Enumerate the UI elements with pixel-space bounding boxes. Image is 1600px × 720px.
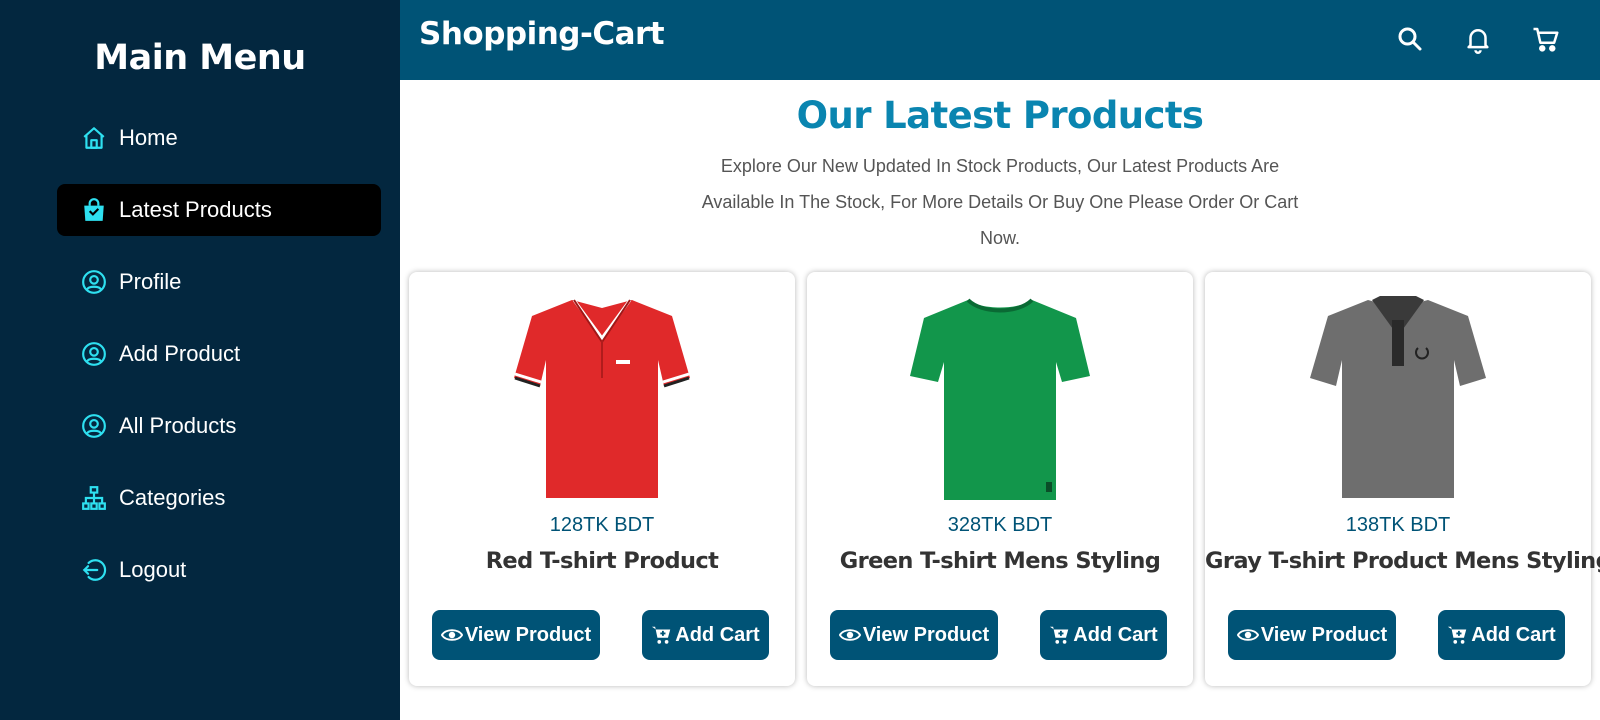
- main-content: Our Latest Products Explore Our New Upda…: [400, 80, 1600, 720]
- sidebar-item-label: Logout: [119, 557, 187, 582]
- sidebar-item-home[interactable]: Home: [57, 112, 381, 164]
- page-title: Our Latest Products: [796, 94, 1204, 137]
- product-price: 128TK BDT: [549, 514, 655, 536]
- view-product-button[interactable]: View Product: [432, 610, 600, 660]
- user-circle-icon: [81, 413, 107, 439]
- eye-icon: [1236, 629, 1259, 641]
- view-product-button[interactable]: View Product: [830, 610, 998, 660]
- add-cart-label: Add Cart: [675, 623, 760, 646]
- bell-icon[interactable]: [1463, 24, 1493, 54]
- search-icon[interactable]: [1395, 24, 1425, 54]
- view-product-label: View Product: [464, 623, 592, 646]
- page-description: Explore Our New Updated In Stock Product…: [701, 156, 1299, 248]
- user-circle-icon: [81, 269, 107, 295]
- cart-plus-icon: [1050, 626, 1069, 644]
- logout-icon: [81, 557, 107, 583]
- gray-polo-shirt-image: [1310, 296, 1486, 498]
- add-cart-label: Add Cart: [1073, 623, 1158, 646]
- sidebar-title: Main Menu: [94, 38, 306, 78]
- sidebar-item-label: Categories: [119, 485, 226, 510]
- sidebar-item-label: Profile: [119, 269, 182, 294]
- cart-plus-icon: [652, 626, 671, 644]
- user-circle-icon: [81, 341, 107, 367]
- view-product-button[interactable]: View Product: [1228, 610, 1396, 660]
- red-polo-shirt-image: [514, 299, 690, 498]
- product-price: 138TK BDT: [1345, 514, 1451, 536]
- eye-icon: [838, 629, 861, 641]
- sidebar-nav: Home Latest Products Profile Add Product…: [57, 112, 381, 616]
- product-name: Red T-shirt Product: [485, 548, 719, 574]
- add-cart-button[interactable]: Add Cart: [642, 610, 769, 660]
- sidebar-item-logout[interactable]: Logout: [57, 544, 381, 596]
- product-card: 138TK BDT Gray T-shirt Product Mens Styl…: [1205, 272, 1600, 686]
- add-cart-button[interactable]: Add Cart: [1040, 610, 1167, 660]
- sitemap-icon: [81, 485, 107, 511]
- product-name: Gray T-shirt Product Mens Styling: [1205, 548, 1600, 574]
- sidebar-item-label: Add Product: [119, 341, 241, 366]
- product-card: 128TK BDT Red T-shirt Product View Produ…: [409, 272, 795, 686]
- product-card: 328TK BDT Green T-shirt Mens Styling Vie…: [807, 272, 1193, 686]
- sidebar-item-profile[interactable]: Profile: [57, 256, 381, 308]
- sidebar-item-all-products[interactable]: All Products: [57, 400, 381, 452]
- sidebar-item-label: All Products: [119, 413, 237, 438]
- sidebar-item-add-product[interactable]: Add Product: [57, 328, 381, 380]
- sidebar-item-latest-products[interactable]: Latest Products: [57, 184, 381, 236]
- cart-icon[interactable]: [1531, 24, 1561, 54]
- eye-icon: [440, 629, 463, 641]
- sidebar: Main Menu Home Latest Products Profile A…: [0, 0, 400, 720]
- home-icon: [81, 125, 107, 151]
- top-header: Shopping-Cart: [400, 0, 1600, 80]
- shopping-bag-icon: [81, 197, 107, 223]
- sidebar-item-label: Latest Products: [119, 197, 272, 222]
- cart-plus-icon: [1448, 626, 1467, 644]
- add-cart-button[interactable]: Add Cart: [1438, 610, 1565, 660]
- view-product-label: View Product: [862, 623, 990, 646]
- brand-title[interactable]: Shopping-Cart: [419, 16, 665, 52]
- green-t-shirt-image: [910, 298, 1090, 500]
- product-price: 328TK BDT: [947, 514, 1053, 536]
- view-product-label: View Product: [1260, 623, 1388, 646]
- add-cart-label: Add Cart: [1471, 623, 1556, 646]
- product-name: Green T-shirt Mens Styling: [839, 548, 1161, 574]
- sidebar-item-label: Home: [119, 125, 178, 150]
- sidebar-item-categories[interactable]: Categories: [57, 472, 381, 524]
